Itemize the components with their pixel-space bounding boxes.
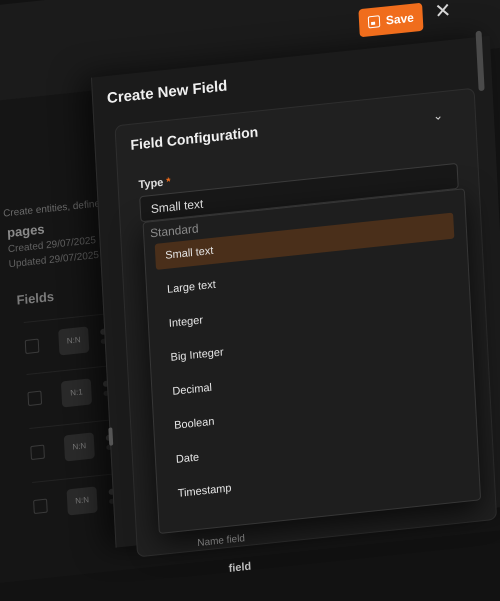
scene: e. Create entities, define pages Created… xyxy=(0,0,500,585)
row-checkbox[interactable] xyxy=(24,338,40,355)
required-marker: * xyxy=(166,175,171,189)
type-dropdown: Standard Small text Large text Integer B… xyxy=(142,188,482,535)
row-checkbox[interactable] xyxy=(33,498,48,515)
field-configuration-card: Field Configuration ⌄ Type * Small text S… xyxy=(114,87,498,575)
scrollbar[interactable] xyxy=(475,30,485,92)
panel-title: Create New Field xyxy=(106,77,228,108)
type-label: Type * xyxy=(138,176,171,191)
group-label: Standard xyxy=(149,221,199,241)
resize-handle[interactable] xyxy=(108,427,114,446)
relation-chip: N:N xyxy=(58,326,90,356)
save-label: Save xyxy=(385,10,415,28)
field-label: field xyxy=(228,560,252,575)
relation-chip: N:N xyxy=(63,432,95,462)
relation-chip: N:N xyxy=(66,486,98,516)
create-field-panel: Save ✕ Create New Field Field Configurat… xyxy=(90,0,500,575)
row-checkbox[interactable] xyxy=(30,444,45,461)
close-icon[interactable]: ✕ xyxy=(434,0,452,24)
chevron-down-icon[interactable]: ⌄ xyxy=(433,108,444,123)
relation-chip: N:1 xyxy=(60,378,93,408)
row-checkbox[interactable] xyxy=(27,390,43,407)
section-title: Field Configuration xyxy=(130,123,259,153)
name-field-hint: Name field xyxy=(197,533,246,550)
save-icon xyxy=(367,15,381,29)
type-label-text: Type xyxy=(138,176,164,192)
